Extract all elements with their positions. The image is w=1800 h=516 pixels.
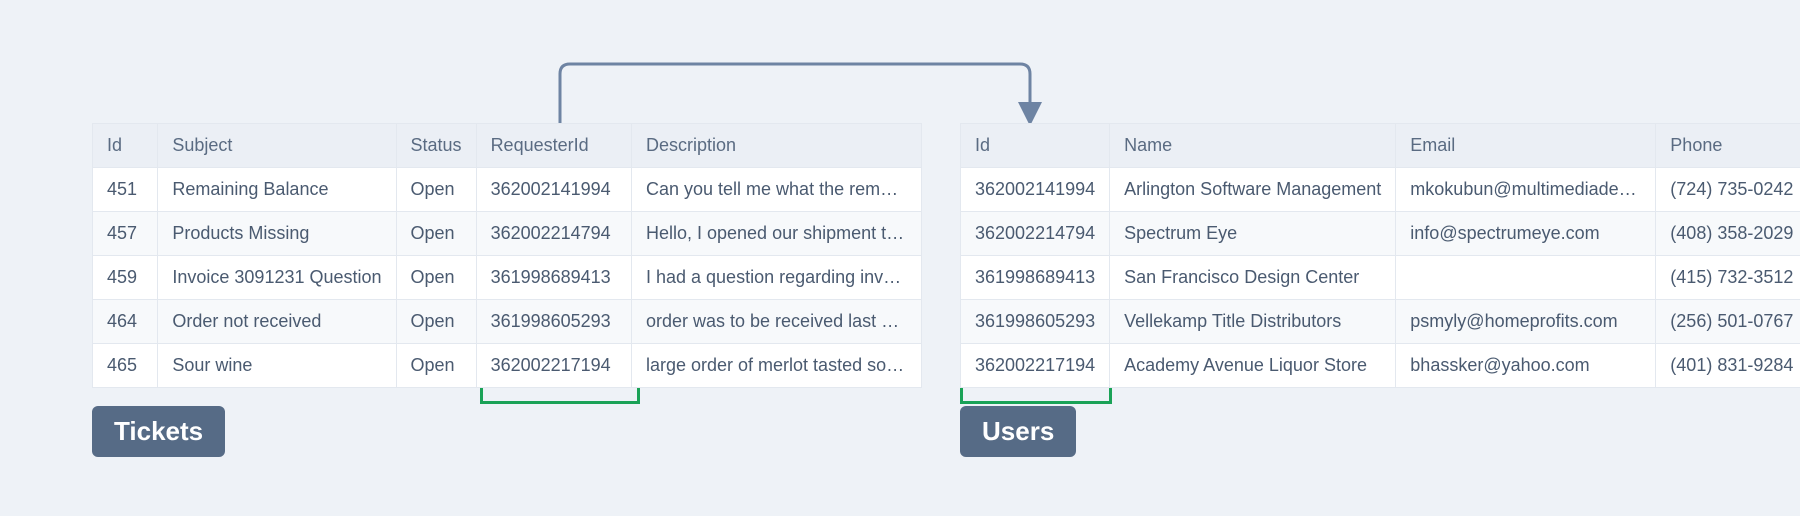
- cell-id: 464: [93, 300, 158, 344]
- cell-email: info@spectrumeye.com: [1396, 212, 1656, 256]
- table-header-row: Id Subject Status RequesterId Descriptio…: [93, 124, 922, 168]
- cell-id: 362002214794: [961, 212, 1110, 256]
- cell-subj: Order not received: [158, 300, 396, 344]
- cell-reqid: 362002217194: [476, 344, 631, 388]
- table-row: 457 Products Missing Open 362002214794 H…: [93, 212, 922, 256]
- table-row: 362002214794 Spectrum Eye info@spectrume…: [961, 212, 1800, 256]
- table-row: 361998605293 Vellekamp Title Distributor…: [961, 300, 1800, 344]
- table-row: 451 Remaining Balance Open 362002141994 …: [93, 168, 922, 212]
- users-table: Id Name Email Phone 362002141994 Arlingt…: [960, 123, 1800, 388]
- cell-desc: Can you tell me what the remaini...: [631, 168, 921, 212]
- table-header-row: Id Name Email Phone: [961, 124, 1800, 168]
- cell-id: 361998605293: [961, 300, 1110, 344]
- cell-phone: (401) 831-9284: [1656, 344, 1800, 388]
- table-row: 362002141994 Arlington Software Manageme…: [961, 168, 1800, 212]
- cell-id: 459: [93, 256, 158, 300]
- cell-id: 457: [93, 212, 158, 256]
- cell-name: Vellekamp Title Distributors: [1110, 300, 1396, 344]
- cell-stat: Open: [396, 300, 476, 344]
- cell-name: San Francisco Design Center: [1110, 256, 1396, 300]
- users-panel: Id Name Email Phone 362002141994 Arlingt…: [960, 123, 1615, 457]
- col-email: Email: [1396, 124, 1656, 168]
- cell-desc: Hello, I opened our shipment thi...: [631, 212, 921, 256]
- col-subject: Subject: [158, 124, 396, 168]
- cell-stat: Open: [396, 212, 476, 256]
- col-description: Description: [631, 124, 921, 168]
- tickets-label-badge: Tickets: [92, 406, 225, 457]
- cell-email: bhassker@yahoo.com: [1396, 344, 1656, 388]
- cell-stat: Open: [396, 344, 476, 388]
- tickets-table: Id Subject Status RequesterId Descriptio…: [92, 123, 922, 388]
- col-name: Name: [1110, 124, 1396, 168]
- cell-subj: Products Missing: [158, 212, 396, 256]
- table-row: 362002217194 Academy Avenue Liquor Store…: [961, 344, 1800, 388]
- cell-reqid: 362002141994: [476, 168, 631, 212]
- col-requesterid: RequesterId: [476, 124, 631, 168]
- cell-reqid: 362002214794: [476, 212, 631, 256]
- cell-phone: (408) 358-2029: [1656, 212, 1800, 256]
- col-id: Id: [961, 124, 1110, 168]
- cell-subj: Remaining Balance: [158, 168, 396, 212]
- cell-desc: I had a question regarding invoic...: [631, 256, 921, 300]
- table-row: 464 Order not received Open 361998605293…: [93, 300, 922, 344]
- table-row: 361998689413 San Francisco Design Center…: [961, 256, 1800, 300]
- col-status: Status: [396, 124, 476, 168]
- cell-email: [1396, 256, 1656, 300]
- cell-name: Academy Avenue Liquor Store: [1110, 344, 1396, 388]
- cell-name: Arlington Software Management: [1110, 168, 1396, 212]
- table-row: 459 Invoice 3091231 Question Open 361998…: [93, 256, 922, 300]
- cell-email: mkokubun@multimediadesigns.biz: [1396, 168, 1656, 212]
- cell-id: 361998689413: [961, 256, 1110, 300]
- cell-subj: Sour wine: [158, 344, 396, 388]
- cell-subj: Invoice 3091231 Question: [158, 256, 396, 300]
- cell-name: Spectrum Eye: [1110, 212, 1396, 256]
- cell-desc: large order of merlot tasted sour....: [631, 344, 921, 388]
- table-row: 465 Sour wine Open 362002217194 large or…: [93, 344, 922, 388]
- col-phone: Phone: [1656, 124, 1800, 168]
- cell-id: 362002217194: [961, 344, 1110, 388]
- tickets-panel: Id Subject Status RequesterId Descriptio…: [92, 123, 922, 457]
- cell-desc: order was to be received last we...: [631, 300, 921, 344]
- cell-phone: (724) 735-0242: [1656, 168, 1800, 212]
- users-label-badge: Users: [960, 406, 1076, 457]
- col-id: Id: [93, 124, 158, 168]
- cell-stat: Open: [396, 168, 476, 212]
- cell-phone: (256) 501-0767: [1656, 300, 1800, 344]
- cell-id: 465: [93, 344, 158, 388]
- cell-reqid: 361998605293: [476, 300, 631, 344]
- cell-reqid: 361998689413: [476, 256, 631, 300]
- cell-email: psmyly@homeprofits.com: [1396, 300, 1656, 344]
- cell-phone: (415) 732-3512: [1656, 256, 1800, 300]
- cell-id: 362002141994: [961, 168, 1110, 212]
- cell-id: 451: [93, 168, 158, 212]
- relationship-diagram: Id Subject Status RequesterId Descriptio…: [0, 0, 1800, 516]
- cell-stat: Open: [396, 256, 476, 300]
